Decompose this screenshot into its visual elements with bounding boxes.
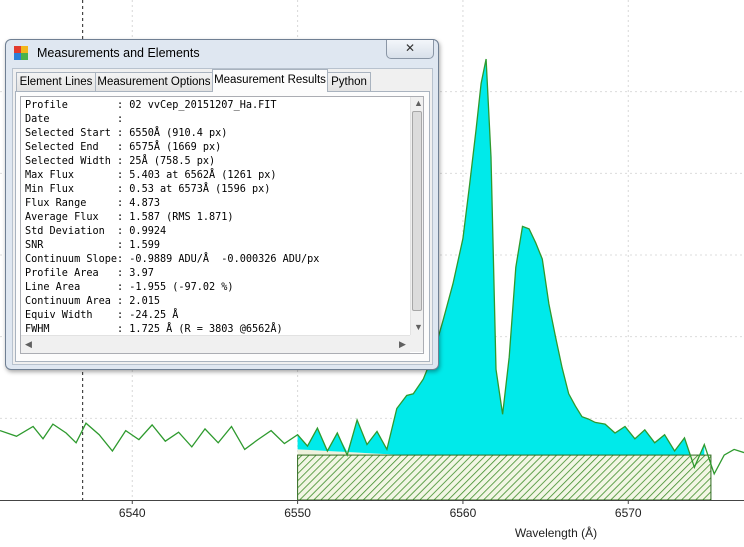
tab-element-lines[interactable]: Element Lines xyxy=(16,72,96,91)
result-row: Equiv Width : -24.25 Å xyxy=(25,310,179,321)
results-text: Profile : 02 vvCep_20151207_Ha.FIT Date … xyxy=(25,99,319,337)
horizontal-scrollbar[interactable]: ◀ ▶ xyxy=(21,335,410,353)
result-value: 5.403 at 6562Å (1261 px) xyxy=(129,170,277,181)
result-row: SNR : 1.599 xyxy=(25,240,160,251)
measurements-dialog: Measurements and Elements ✕ Element Line… xyxy=(5,39,439,370)
result-label: Max Flux xyxy=(25,170,118,181)
result-value: 1.599 xyxy=(129,240,160,251)
scroll-up-icon[interactable]: ▲ xyxy=(414,98,423,108)
x-tick-label: 6550 xyxy=(284,506,311,520)
result-value: 4.873 xyxy=(129,198,160,209)
result-row: Profile : 02 vvCep_20151207_Ha.FIT xyxy=(25,100,277,111)
result-label: Average Flux xyxy=(25,212,118,223)
result-label: Equiv Width xyxy=(25,310,118,321)
result-row: Profile Area : 3.97 xyxy=(25,268,154,279)
app-icon xyxy=(14,46,28,60)
result-label: Flux Range xyxy=(25,198,118,209)
result-label: Min Flux xyxy=(25,184,118,195)
result-label: Profile Area xyxy=(25,268,118,279)
result-label: Selected End xyxy=(25,142,118,153)
result-row: Date : xyxy=(25,114,130,125)
result-value: 1.587 (RMS 1.871) xyxy=(129,212,234,223)
result-label: Selected Start xyxy=(25,128,118,139)
result-value: -1.955 (-97.02 %) xyxy=(129,282,234,293)
result-row: Max Flux : 5.403 at 6562Å (1261 px) xyxy=(25,170,277,181)
result-row: Selected End : 6575Å (1669 px) xyxy=(25,142,222,153)
dialog-body: Element Lines Measurement Options Measur… xyxy=(12,68,433,365)
result-label: FWHM xyxy=(25,324,118,335)
scrollbar-corner xyxy=(410,335,423,352)
result-value: 02 vvCep_20151207_Ha.FIT xyxy=(129,100,277,111)
scroll-down-icon[interactable]: ▼ xyxy=(414,322,423,332)
scroll-left-icon[interactable]: ◀ xyxy=(25,339,32,350)
result-row: Average Flux : 1.587 (RMS 1.871) xyxy=(25,212,234,223)
result-value: 6550Å (910.4 px) xyxy=(129,128,228,139)
results-textbox[interactable]: Profile : 02 vvCep_20151207_Ha.FIT Date … xyxy=(20,96,424,354)
result-value: 1.725 Å (R = 3803 @6562Å) xyxy=(129,324,283,335)
tab-measurement-options[interactable]: Measurement Options xyxy=(95,72,213,91)
vertical-scrollbar[interactable]: ▲ ▼ xyxy=(410,97,423,335)
result-row: Continuum Slope: -0.9889 ADU/Å -0.000326… xyxy=(25,254,320,265)
result-value: 2.015 xyxy=(129,296,160,307)
result-row: Line Area : -1.955 (-97.02 %) xyxy=(25,282,234,293)
result-row: Selected Width : 25Å (758.5 px) xyxy=(25,156,216,167)
result-row: Selected Start : 6550Å (910.4 px) xyxy=(25,128,228,139)
vertical-scroll-thumb[interactable] xyxy=(412,111,422,311)
x-tick-label: 6570 xyxy=(615,506,642,520)
selection-region xyxy=(297,454,712,501)
result-label: Std Deviation xyxy=(25,226,118,237)
plot-axes: 6540 6550 6560 6570 xyxy=(0,500,744,520)
scroll-right-icon[interactable]: ▶ xyxy=(399,339,406,350)
result-label: Continuum Area xyxy=(25,296,118,307)
result-label: SNR xyxy=(25,240,118,251)
result-label: Date xyxy=(25,114,118,125)
result-label: Line Area xyxy=(25,282,118,293)
x-axis-label: Wavelength (Å) xyxy=(515,525,597,540)
result-row: Continuum Area : 2.015 xyxy=(25,296,160,307)
result-value: -24.25 Å xyxy=(129,310,179,321)
result-row: Std Deviation : 0.9924 xyxy=(25,226,167,237)
result-label: Selected Width xyxy=(25,156,118,167)
x-tick-label: 6560 xyxy=(450,506,477,520)
tab-python[interactable]: Python xyxy=(327,72,371,91)
result-value: 0.53 at 6573Å (1596 px) xyxy=(129,184,271,195)
result-value: 25Å (758.5 px) xyxy=(129,156,216,167)
result-value: 3.97 xyxy=(129,268,154,279)
result-label: Profile xyxy=(25,100,118,111)
x-tick-label: 6540 xyxy=(119,506,146,520)
result-row: FWHM : 1.725 Å (R = 3803 @6562Å) xyxy=(25,324,283,335)
result-row: Flux Range : 4.873 xyxy=(25,198,160,209)
close-button[interactable]: ✕ xyxy=(386,40,434,59)
close-icon: ✕ xyxy=(404,41,416,55)
dialog-titlebar[interactable]: Measurements and Elements ✕ xyxy=(6,40,438,66)
result-value: 6575Å (1669 px) xyxy=(129,142,222,153)
tab-panel: Profile : 02 vvCep_20151207_Ha.FIT Date … xyxy=(15,91,430,362)
result-value: 0.9924 xyxy=(129,226,167,237)
dialog-title: Measurements and Elements xyxy=(37,46,200,60)
tab-measurement-results[interactable]: Measurement Results xyxy=(212,69,328,92)
result-value: -0.9889 ADU/Å -0.000326 ADU/px xyxy=(129,254,320,265)
result-row: Min Flux : 0.53 at 6573Å (1596 px) xyxy=(25,184,271,195)
result-label: Continuum Slope xyxy=(25,254,118,265)
